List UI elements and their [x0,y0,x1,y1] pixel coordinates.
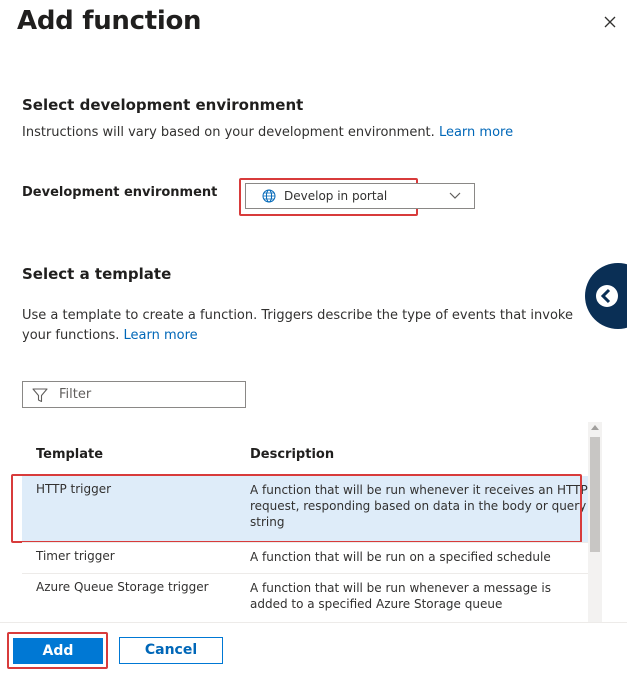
chevron-left-icon [596,285,618,307]
table-row[interactable]: Azure Queue Storage trigger A function t… [22,574,588,622]
template-description: Use a template to create a function. Tri… [22,308,573,343]
row-template-description: A function that will be run whenever a m… [250,581,551,611]
column-header-template[interactable]: Template [36,447,103,462]
page-title: Add function [17,6,202,36]
footer-divider [0,622,627,623]
globe-icon [262,189,276,203]
table-row[interactable]: Timer trigger A function that will be ru… [22,543,588,573]
dev-env-dropdown-value: Develop in portal [284,189,388,203]
filter-icon [32,388,48,403]
template-learn-more-link[interactable]: Learn more [124,328,198,343]
scrollbar-thumb[interactable] [590,437,600,552]
chevron-down-icon [449,192,461,199]
dev-env-label: Development environment [22,185,218,200]
filter-box[interactable] [22,381,246,408]
scroll-up-arrow-icon[interactable] [591,425,599,430]
close-icon [604,16,616,28]
filter-input[interactable] [59,385,239,404]
close-button[interactable] [600,12,620,32]
row-template-name: Timer trigger [36,549,115,563]
row-template-description: A function that will be run on a specifi… [250,550,551,564]
add-button[interactable]: Add [13,638,103,664]
dev-env-heading: Select development environment [22,96,304,114]
dev-env-instructions: Instructions will vary based on your dev… [22,125,514,140]
template-heading: Select a template [22,265,172,283]
row-template-name: Azure Queue Storage trigger [36,580,209,594]
dev-env-learn-more-link[interactable]: Learn more [439,125,513,140]
cancel-button[interactable]: Cancel [119,637,223,664]
column-header-description[interactable]: Description [250,447,334,462]
selected-row-highlight [11,474,582,543]
dev-env-dropdown[interactable]: Develop in portal [245,183,475,209]
